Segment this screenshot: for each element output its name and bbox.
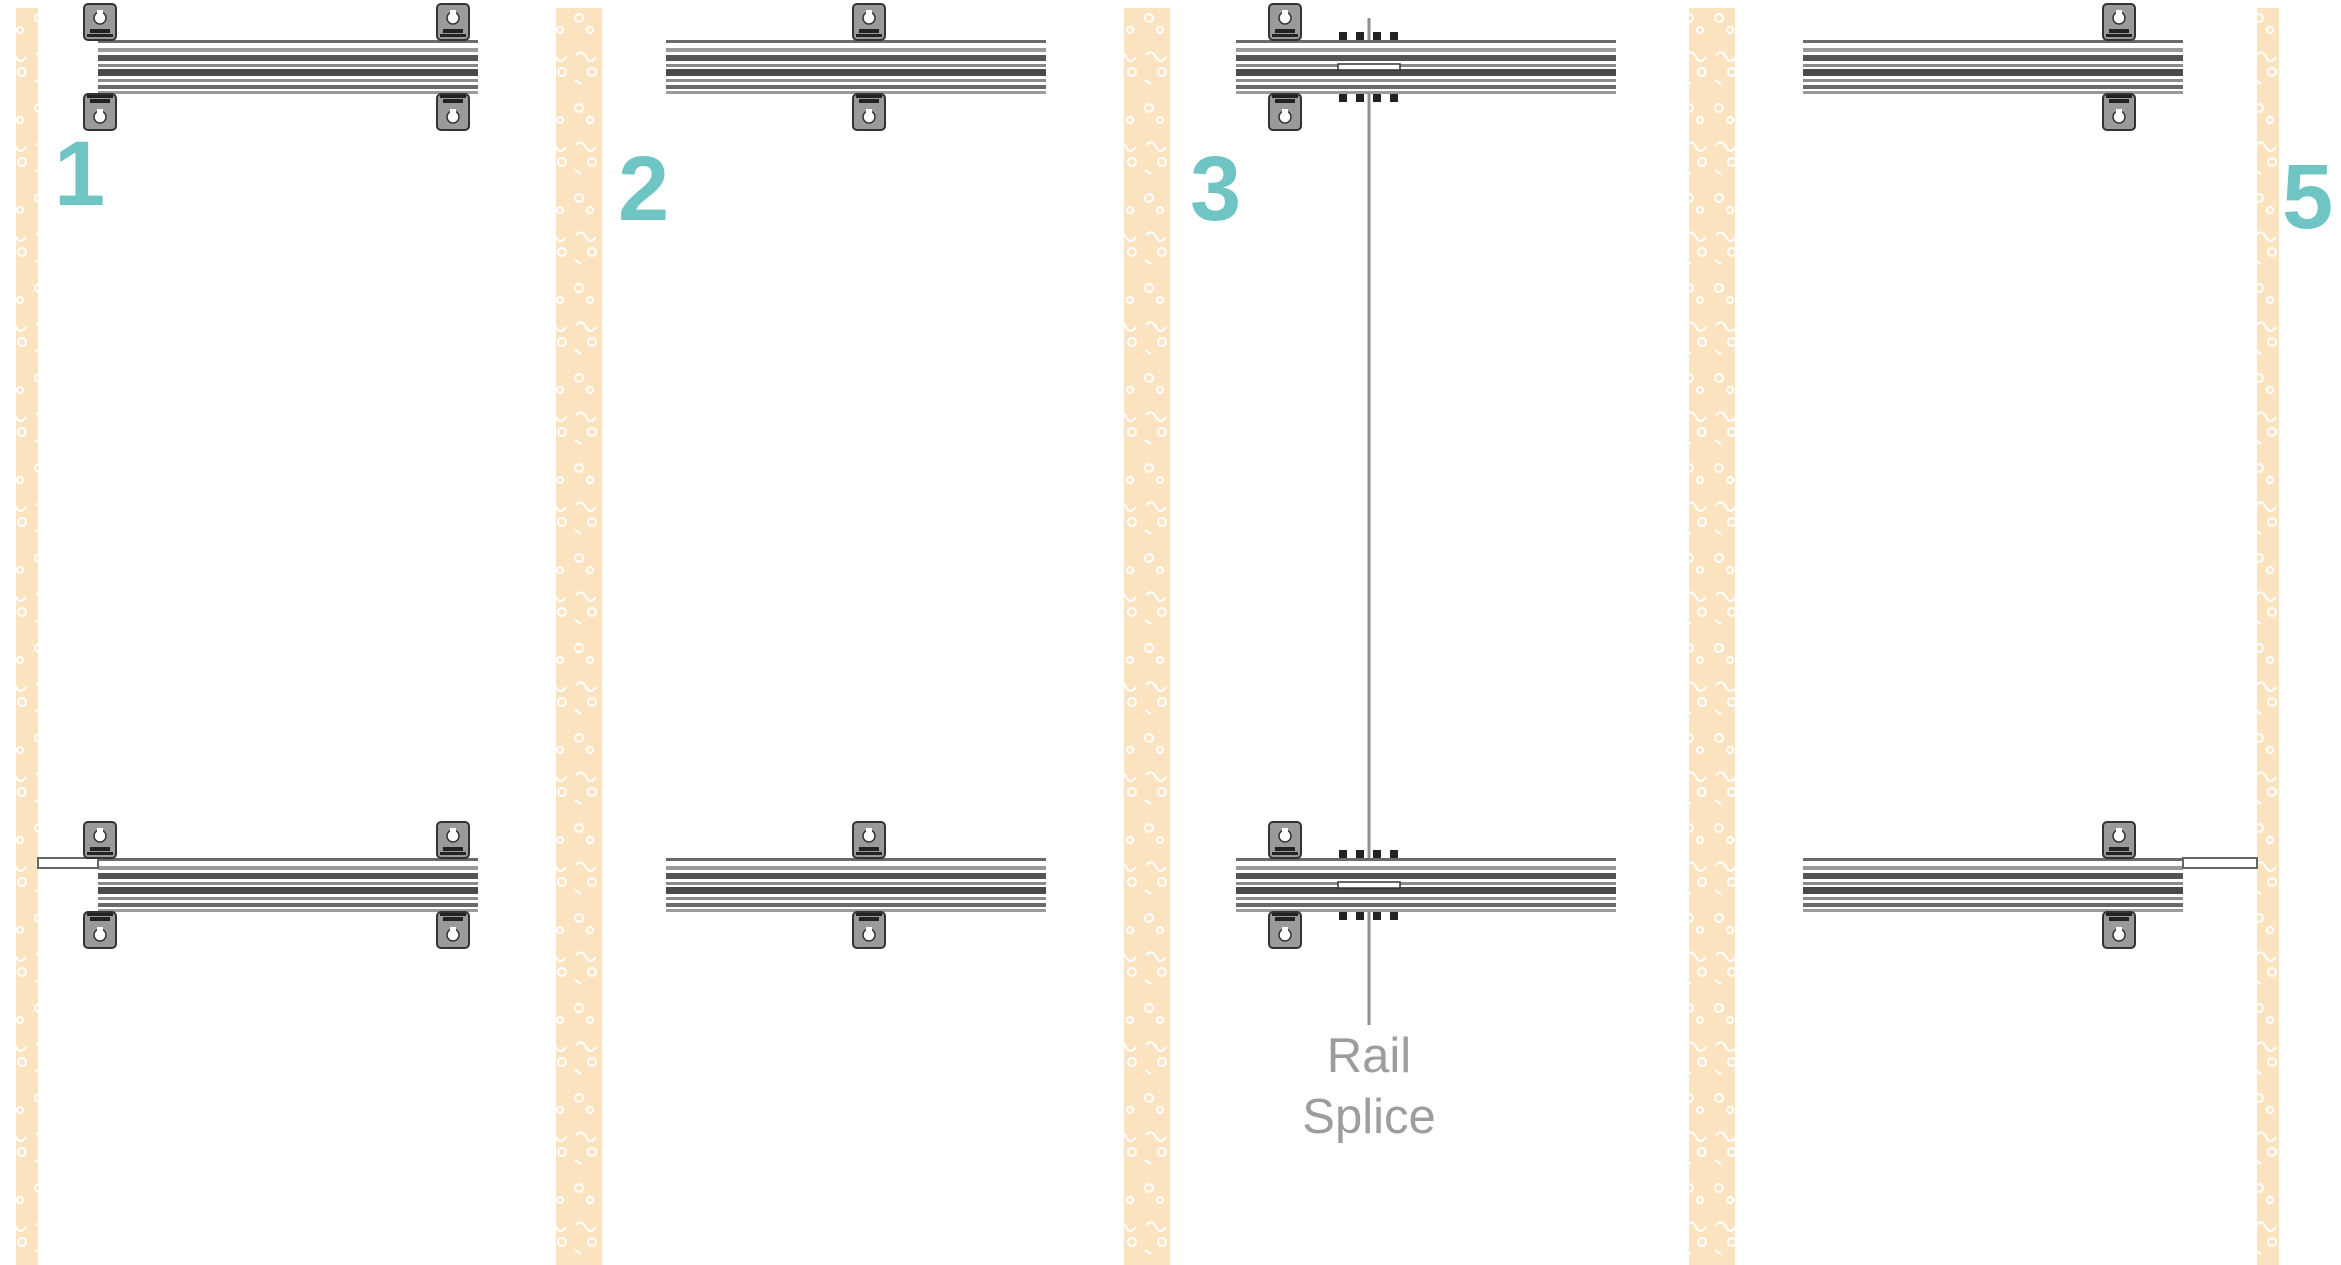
rail-segment-5 (98, 858, 478, 912)
rail-segment-1 (98, 40, 478, 94)
splice-bolt-bottom-3 (1373, 94, 1381, 102)
splice-bolt-bottom-1 (1339, 94, 1347, 102)
panel-number-1: 1 (54, 123, 105, 225)
diagram-canvas: 1 2 3 5 Rail Splice (16, 3, 2333, 1265)
clip-top-3 (852, 3, 886, 41)
splice-bolt-top-5 (1339, 850, 1347, 858)
splice-plate (1337, 63, 1401, 71)
clip-bottom-2 (436, 93, 470, 131)
clip-top-1 (83, 3, 117, 41)
rail-clips (83, 3, 2136, 949)
wall-stud-4 (1689, 8, 1735, 1265)
rail-installation-diagram: 1 2 3 5 Rail Splice (0, 0, 2341, 1265)
clip-top-10 (2102, 821, 2136, 859)
splice-bolt-bottom-7 (1373, 912, 1381, 920)
wall-stud-2 (556, 8, 602, 1265)
rail-extension-left (37, 857, 99, 869)
rail-extension-right (2182, 857, 2258, 869)
clip-top-2 (436, 3, 470, 41)
splice-bolt-top-3 (1373, 32, 1381, 40)
splice-bolt-bottom-2 (1356, 94, 1364, 102)
splice-bolt-bottom-6 (1356, 912, 1364, 920)
wall-stud-5 (2257, 8, 2279, 1265)
clip-bottom-4 (1268, 93, 1302, 131)
panel-number-2: 2 (618, 138, 669, 240)
splice-bolt-bottom-8 (1390, 912, 1398, 920)
wall-stud-1 (16, 8, 38, 1265)
splice-bolt-top-6 (1356, 850, 1364, 858)
splice-bolt-top-2 (1356, 32, 1364, 40)
splice-bolt-top-7 (1373, 850, 1381, 858)
panel-number-3: 3 (1190, 138, 1241, 240)
splice-label-rail: Rail (1327, 1029, 1411, 1083)
wall-stud-3 (1124, 8, 1170, 1265)
clip-top-6 (83, 821, 117, 859)
rail-segment-4 (1803, 40, 2183, 94)
splice-bolt-top-1 (1339, 32, 1347, 40)
clip-top-7 (436, 821, 470, 859)
clip-top-8 (852, 821, 886, 859)
splice-bolt-top-8 (1390, 850, 1398, 858)
rail-segment-7 (1236, 858, 1616, 912)
clip-bottom-10 (2102, 911, 2136, 949)
clip-bottom-6 (83, 911, 117, 949)
splice-bolt-top-4 (1390, 32, 1398, 40)
clip-bottom-3 (852, 93, 886, 131)
clip-bottom-7 (436, 911, 470, 949)
clip-top-5 (2102, 3, 2136, 41)
clip-top-9 (1268, 821, 1302, 859)
clip-bottom-5 (2102, 93, 2136, 131)
rail-segment-2 (666, 40, 1046, 94)
rail-segment-3 (1236, 40, 1616, 94)
splice-bolt-bottom-5 (1339, 912, 1347, 920)
clip-top-4 (1268, 3, 1302, 41)
wall-studs (16, 8, 2279, 1265)
rail-segment-6 (666, 858, 1046, 912)
clip-bottom-9 (1268, 911, 1302, 949)
splice-plate (1337, 881, 1401, 889)
splice-label-splice: Splice (1302, 1090, 1435, 1144)
splice-bolt-bottom-4 (1390, 94, 1398, 102)
rail-segment-8 (1803, 858, 2183, 912)
panel-number-5: 5 (2282, 146, 2333, 248)
clip-bottom-8 (852, 911, 886, 949)
